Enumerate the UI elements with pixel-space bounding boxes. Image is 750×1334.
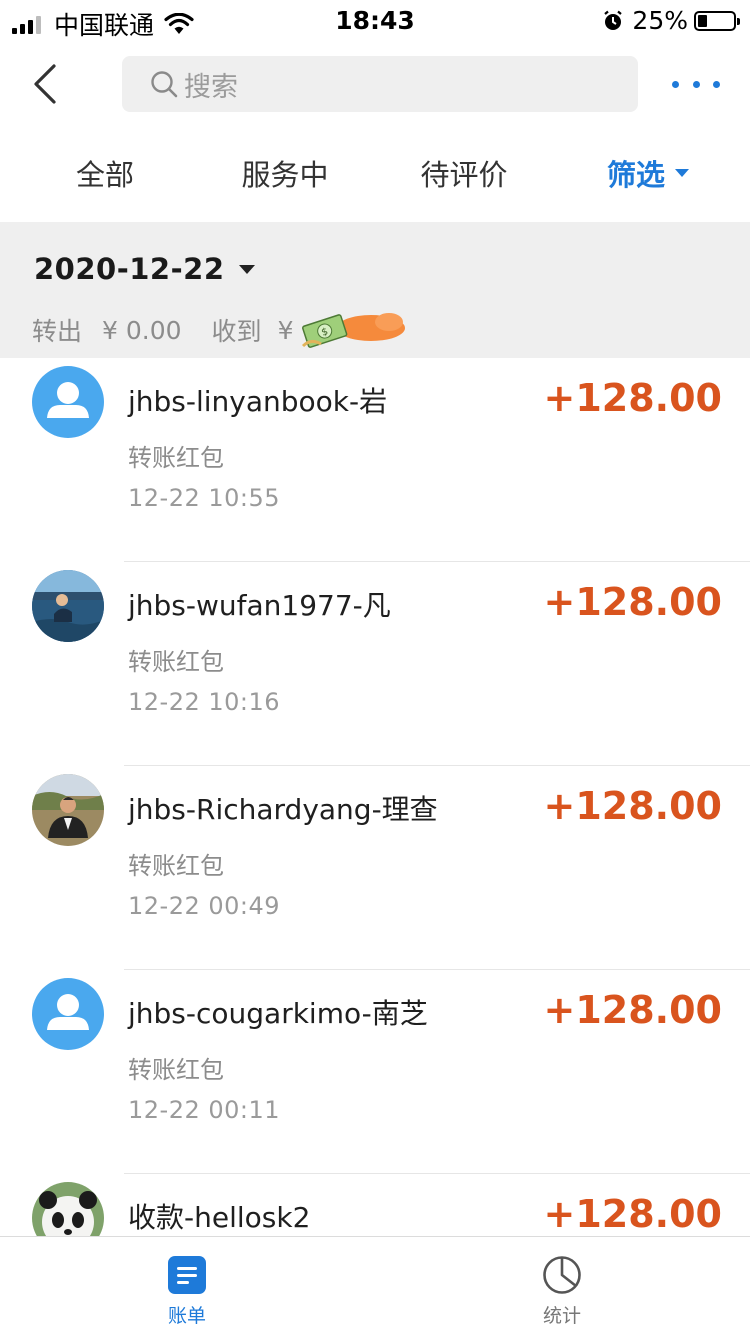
date-summary-section: 2020-12-22 转出 ¥ 0.00 收到 ¥ $ — [0, 222, 750, 358]
transaction-amount: +128.00 — [543, 580, 722, 624]
avatar — [32, 978, 104, 1050]
more-dot-icon — [713, 80, 720, 88]
tab-filter-label: 筛选 — [606, 158, 666, 192]
search-input[interactable]: 搜索 — [122, 56, 638, 112]
battery-level — [698, 14, 707, 27]
transaction-list: jhbs-linyanbook-岩 转账红包 12-22 10:55 +128.… — [0, 358, 750, 1236]
payer-name: jhbs-Richardyang-理查 — [128, 793, 438, 826]
transaction-time: 12-22 10:16 — [128, 688, 281, 716]
avatar-photo-icon — [32, 774, 104, 846]
transaction-amount: +128.00 — [543, 988, 722, 1032]
caret-down-icon — [675, 169, 690, 177]
transaction-time: 12-22 10:55 — [128, 484, 281, 512]
filter-tabs: 全部 服务中 待评价 筛选 — [0, 140, 750, 216]
transaction-item[interactable]: jhbs-cougarkimo-南芝 转账红包 12-22 00:11 +128… — [0, 970, 750, 1174]
transaction-item[interactable]: 收款-hellosk2 +128.00 — [0, 1174, 750, 1236]
transaction-type: 转账红包 — [128, 1056, 224, 1084]
tab-in-service[interactable]: 服务中 — [241, 152, 328, 194]
tab-filter[interactable]: 筛选 — [606, 152, 690, 194]
transaction-type: 转账红包 — [128, 444, 224, 472]
tab-to-review[interactable]: 待评价 — [420, 152, 507, 194]
transaction-item[interactable]: jhbs-linyanbook-岩 转账红包 12-22 10:55 +128.… — [0, 358, 750, 562]
in-currency: ¥ — [277, 315, 294, 345]
date-label: 2020-12-22 — [34, 252, 225, 286]
battery-percent: 25% — [632, 6, 688, 35]
user-icon — [47, 994, 89, 1030]
battery-icon — [694, 10, 740, 31]
bill-icon — [168, 1256, 206, 1294]
transaction-time: 12-22 00:11 — [128, 1096, 281, 1124]
user-icon — [47, 382, 89, 418]
avatar — [32, 774, 104, 846]
bottom-tab-bar: 账单 统计 — [0, 1236, 750, 1334]
payer-name: jhbs-cougarkimo-南芝 — [128, 997, 428, 1030]
in-label: 收到 — [211, 317, 262, 346]
search-placeholder: 搜索 — [184, 71, 238, 103]
tab-stats[interactable]: 统计 — [502, 1255, 622, 1328]
search-icon — [151, 71, 178, 98]
transaction-amount: +128.00 — [543, 1192, 722, 1236]
out-label: 转出 — [32, 317, 83, 346]
tab-stats-label: 统计 — [542, 1305, 581, 1327]
transaction-type: 转账红包 — [128, 852, 224, 880]
status-bar: 中国联通 18:43 25% — [0, 0, 750, 40]
more-dot-icon — [692, 80, 700, 88]
avatar — [32, 1182, 104, 1236]
transaction-amount: +128.00 — [543, 784, 722, 828]
date-picker[interactable]: 2020-12-22 — [34, 252, 255, 286]
more-dot-icon — [672, 80, 679, 88]
payer-name: 收款-hellosk2 — [128, 1201, 311, 1234]
tab-bill-label: 账单 — [167, 1305, 206, 1327]
avatar — [32, 570, 104, 642]
out-amount: ¥ 0.00 — [102, 315, 182, 345]
transaction-amount: +128.00 — [543, 376, 722, 420]
caret-down-icon — [238, 264, 255, 274]
transaction-type: 转账红包 — [128, 648, 224, 676]
tab-bill[interactable]: 账单 — [127, 1255, 247, 1328]
money-sticker-icon: $ — [302, 313, 406, 348]
tab-all[interactable]: 全部 — [76, 152, 134, 194]
payer-name: jhbs-linyanbook-岩 — [128, 385, 388, 418]
more-button[interactable] — [672, 70, 720, 98]
alarm-icon — [604, 10, 623, 30]
summary-row: 转出 ¥ 0.00 收到 ¥ $ — [32, 308, 409, 352]
transaction-time: 12-22 00:49 — [128, 892, 281, 920]
avatar-photo-icon — [32, 570, 104, 642]
transaction-item[interactable]: jhbs-wufan1977-凡 转账红包 12-22 10:16 +128.0… — [0, 562, 750, 766]
back-button[interactable] — [24, 62, 68, 106]
panda-avatar-icon — [32, 1182, 104, 1236]
avatar — [32, 366, 104, 438]
payer-name: jhbs-wufan1977-凡 — [128, 589, 391, 622]
transaction-item[interactable]: jhbs-Richardyang-理查 转账红包 12-22 00:49 +12… — [0, 766, 750, 970]
pie-chart-icon — [543, 1256, 581, 1294]
